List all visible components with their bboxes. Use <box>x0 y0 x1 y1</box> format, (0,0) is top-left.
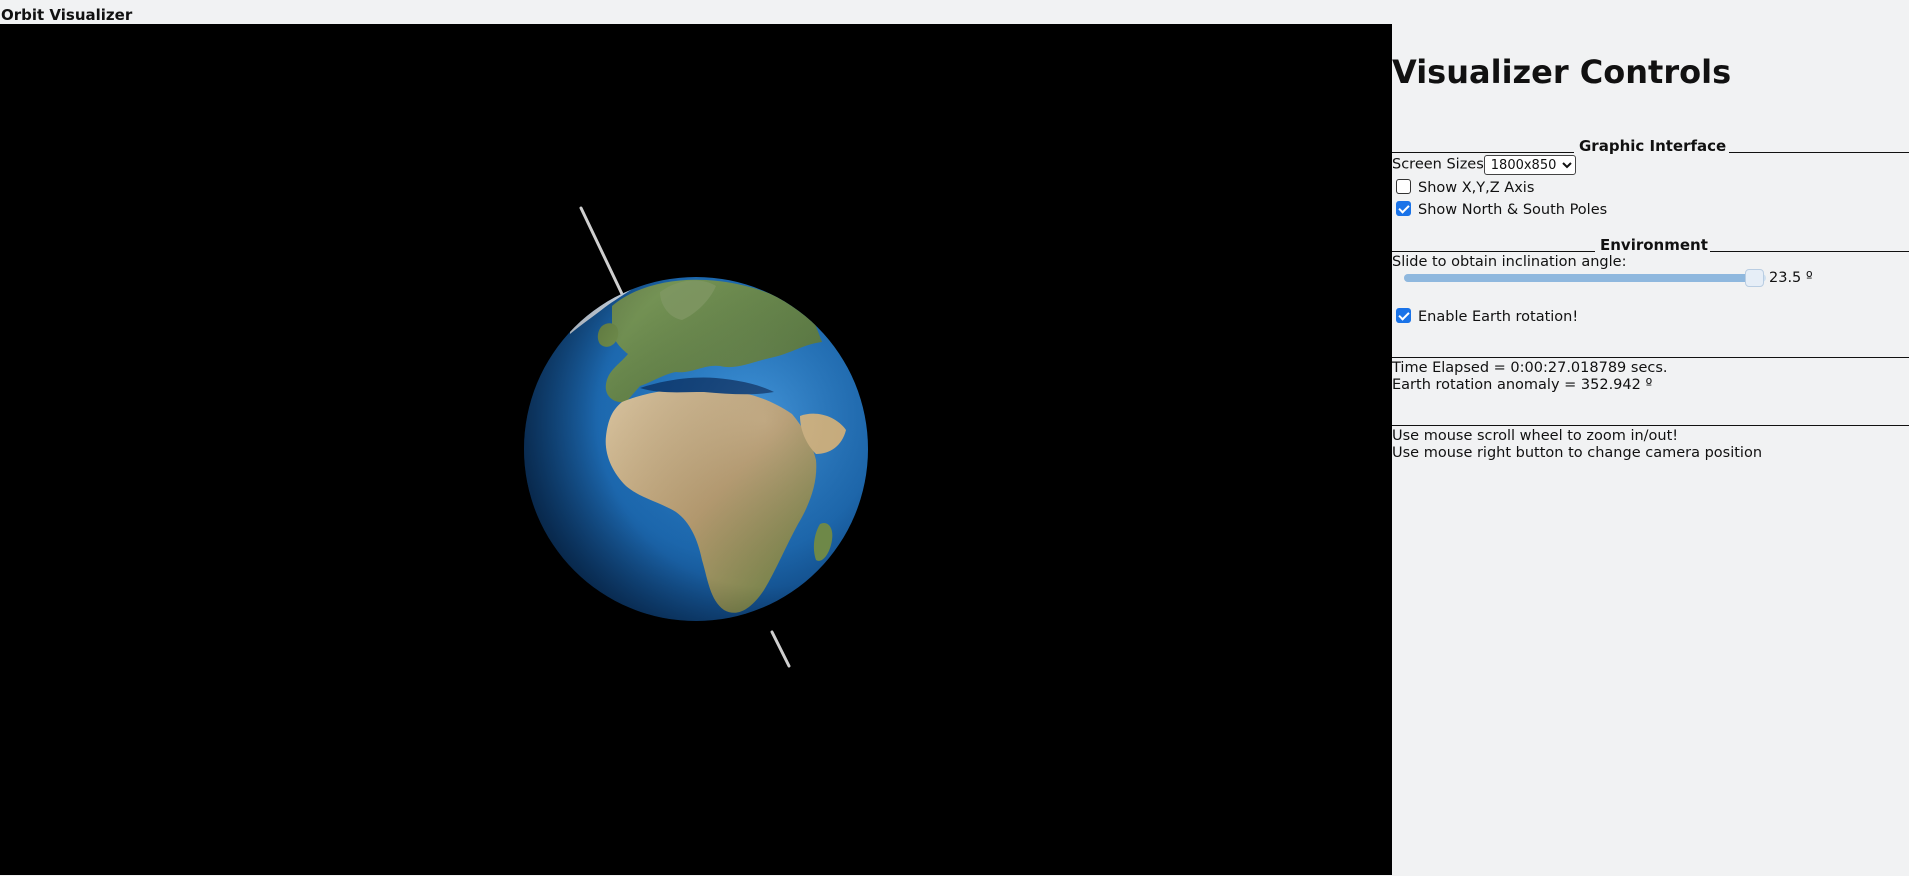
3d-viewport[interactable] <box>0 24 1392 875</box>
screen-sizes-row: Screen Sizes 1800x850 <box>1392 155 1576 175</box>
zoom-help-text: Use mouse scroll wheel to zoom in/out! <box>1392 428 1679 444</box>
controls-panel: Visualizer Controls Graphic Interface Sc… <box>1392 0 1909 876</box>
header-rule-right <box>1729 152 1909 153</box>
earth-rotation-row[interactable]: Enable Earth rotation! <box>1392 307 1579 326</box>
help-divider <box>1392 425 1909 426</box>
earth-scene <box>524 206 868 668</box>
inclination-slider-thumb[interactable] <box>1745 269 1764 287</box>
screen-sizes-label: Screen Sizes <box>1392 156 1484 173</box>
show-axis-checkbox[interactable] <box>1396 178 1411 194</box>
earth-rotation-checkbox[interactable] <box>1396 307 1411 323</box>
graphic-interface-header-label: Graphic Interface <box>1579 137 1727 155</box>
status-divider <box>1392 357 1909 358</box>
app-title: Orbit Visualizer <box>1 6 133 24</box>
header-rule-left <box>1392 152 1574 153</box>
show-poles-checkbox[interactable] <box>1396 200 1411 216</box>
inclination-slider-label: Slide to obtain inclination angle: <box>1392 254 1627 270</box>
environment-header: Environment <box>1392 236 1909 254</box>
show-axis-label: Show X,Y,Z Axis <box>1418 180 1535 196</box>
camera-help-text: Use mouse right button to change camera … <box>1392 445 1763 461</box>
environment-header-label: Environment <box>1600 236 1708 254</box>
rotation-anomaly: Earth rotation anomaly = 352.942 º <box>1392 377 1653 393</box>
time-elapsed: Time Elapsed = 0:00:27.018789 secs. <box>1392 360 1668 376</box>
north-pole-axis <box>579 206 624 296</box>
header-rule-left <box>1392 251 1595 252</box>
show-poles-row[interactable]: Show North & South Poles <box>1392 200 1608 219</box>
earth-rotation-label: Enable Earth rotation! <box>1418 309 1579 325</box>
header-rule-right <box>1710 251 1909 252</box>
inclination-value: 23.5 º <box>1769 270 1813 286</box>
south-pole-axis <box>770 630 791 668</box>
controls-title: Visualizer Controls <box>1392 53 1732 91</box>
inclination-slider[interactable] <box>1404 274 1766 282</box>
show-axis-row[interactable]: Show X,Y,Z Axis <box>1392 178 1535 197</box>
screen-sizes-select[interactable]: 1800x850 <box>1483 155 1576 175</box>
earth-globe-icon <box>524 277 868 621</box>
graphic-interface-header: Graphic Interface <box>1392 137 1909 155</box>
inclination-slider-fill <box>1404 274 1755 282</box>
show-poles-label: Show North & South Poles <box>1418 202 1608 218</box>
